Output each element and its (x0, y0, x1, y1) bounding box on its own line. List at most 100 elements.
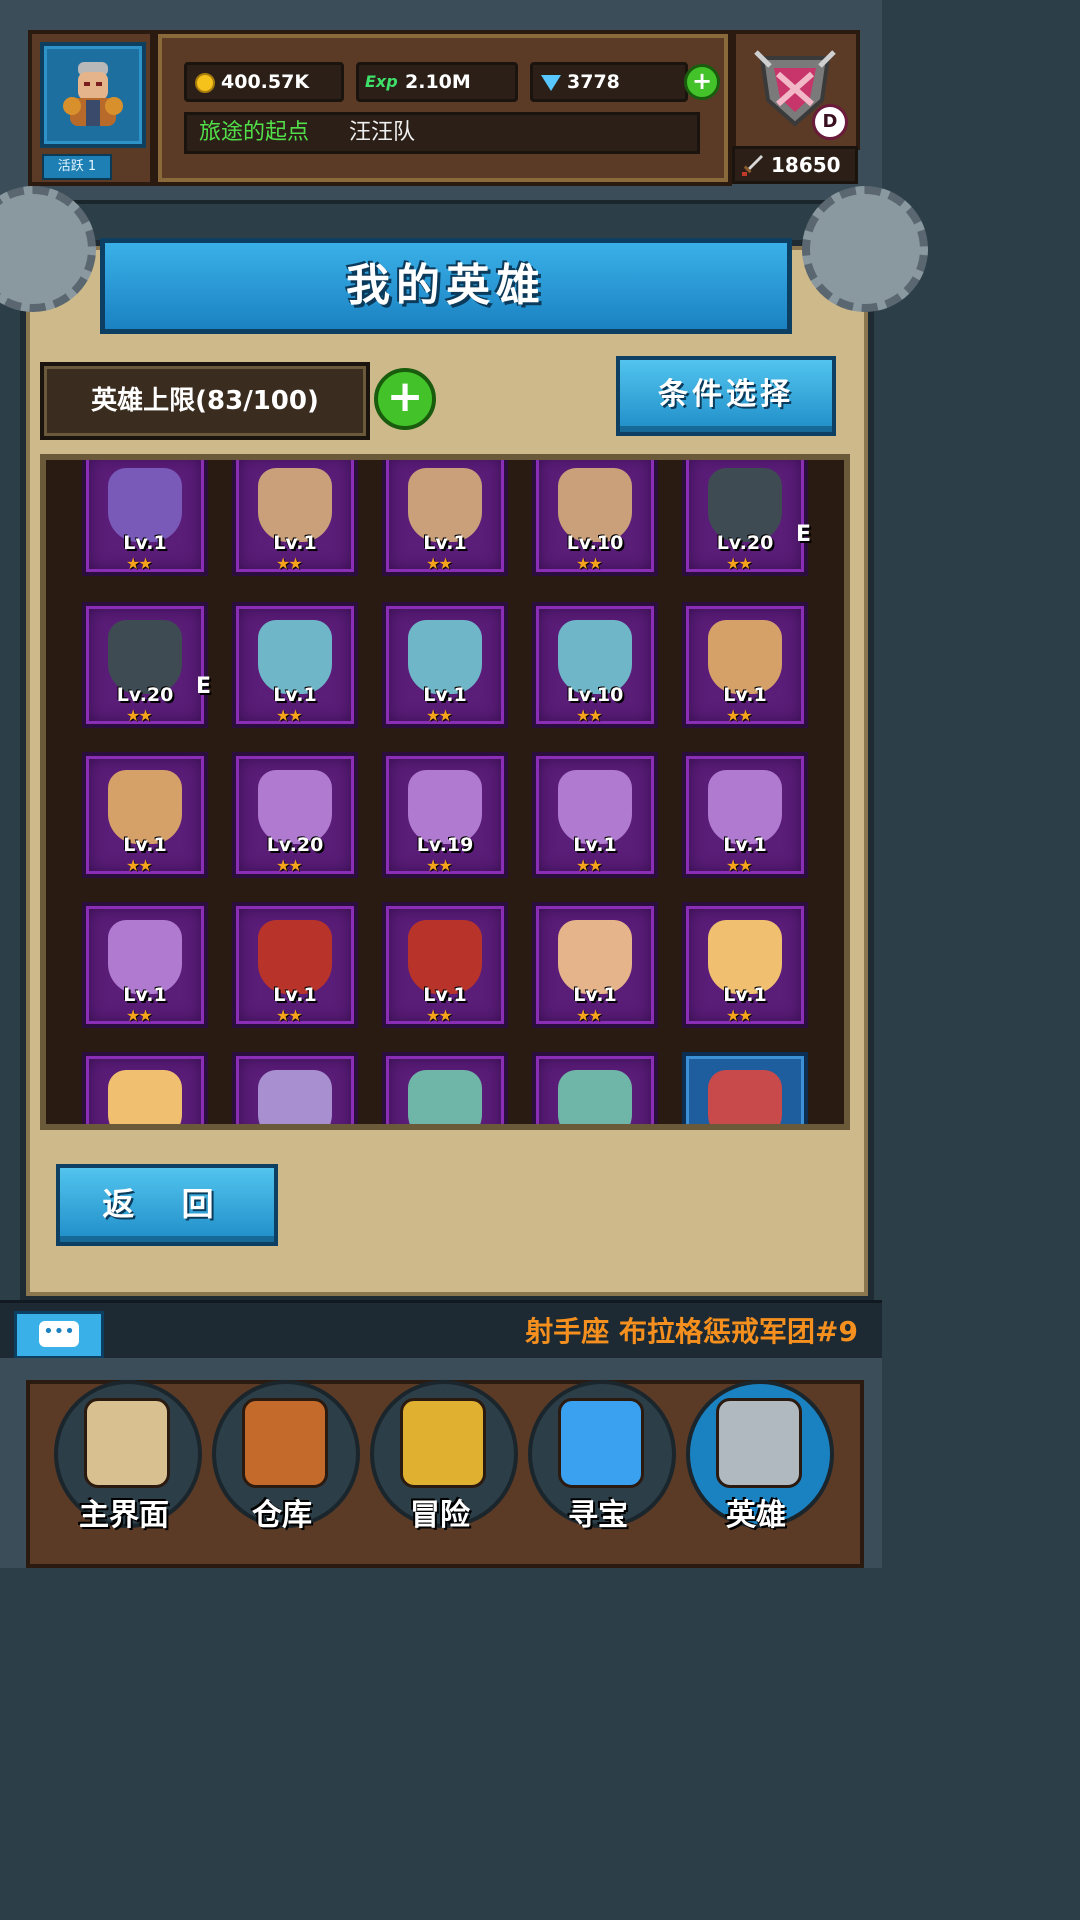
gear-decoration-right (802, 186, 928, 312)
hero-stars: ★★ (576, 856, 603, 875)
hero-level: Lv.1 (573, 834, 617, 856)
nav-item-label: 英雄 (726, 1498, 786, 1533)
hero-card[interactable]: Lv.1 ★★ (82, 460, 208, 576)
hero-card[interactable]: Lv.20 ★★ (232, 752, 358, 878)
hero-stars: ★★ (126, 1006, 153, 1025)
fire-warlord-hero-icon (408, 920, 482, 994)
gem-counter: 3778 (530, 62, 688, 102)
nav-item[interactable]: 仓库 (208, 1370, 360, 1533)
equipped-marker: E (196, 674, 212, 699)
hero-level: Lv.1 (273, 984, 317, 1006)
hero-limit-box: 英雄上限(83/100) (40, 362, 370, 440)
hero-card[interactable]: Lv.19 ★★ (382, 752, 508, 878)
hero-stars: ★★ (726, 1006, 753, 1025)
nav-item[interactable]: 主界面 (50, 1370, 202, 1533)
news-ticker: ••• 射手座 布拉格惩戒军团#9 (0, 1300, 882, 1361)
hero-card[interactable]: Lv.1 ★★ (532, 752, 658, 878)
gold-counter: 400.57K (184, 62, 344, 102)
hero-card[interactable] (82, 1052, 208, 1124)
expand-hero-limit-button[interactable]: + (374, 368, 436, 430)
laurel-fairy-hero-icon (258, 770, 332, 844)
winged-sword-icon (400, 1398, 486, 1488)
brawler-hero-icon (108, 770, 182, 844)
hero-stars: ★★ (276, 706, 303, 725)
goggle-soldier-hero-icon (108, 620, 182, 694)
hero-stars: ★★ (426, 706, 453, 725)
hero-level: Lv.20 (716, 532, 774, 554)
hero-card[interactable]: Lv.1 ★★ (232, 602, 358, 728)
hero-level: Lv.1 (723, 834, 767, 856)
hero-card[interactable]: Lv.1 ★★ (232, 460, 358, 576)
hero-level: Lv.1 (123, 984, 167, 1006)
hero-card[interactable]: Lv.1 ★★ (82, 902, 208, 1028)
nav-item-label: 仓库 (252, 1498, 312, 1533)
sword-icon (742, 155, 763, 176)
player-name-bar: 旅途的起点 汪汪队 (184, 112, 700, 154)
page-title: 我的英雄 (346, 260, 546, 311)
exp-counter: Exp 2.10M (356, 62, 518, 102)
hero-card[interactable] (232, 1052, 358, 1124)
crowned-sorceress-hero-icon (258, 620, 332, 694)
nav-item[interactable]: 英雄 (682, 1370, 834, 1533)
hero-card[interactable]: Lv.1 ★★ (382, 902, 508, 1028)
chat-button[interactable]: ••• (14, 1311, 104, 1359)
hero-card[interactable] (532, 1052, 658, 1124)
nav-item[interactable]: 冒险 (366, 1370, 518, 1533)
hero-card[interactable]: Lv.1 ★★ (382, 460, 508, 576)
hero-card[interactable] (382, 1052, 508, 1124)
hero-stars: ★★ (276, 856, 303, 875)
hero-card[interactable]: Lv.10 ★★ (532, 460, 658, 576)
laurel-fairy-hero-icon (408, 770, 482, 844)
player-info-panel: 400.57K Exp 2.10M 3778 + 旅途的起点 汪汪队 (154, 30, 732, 186)
hero-stars: ★★ (726, 706, 753, 725)
avatar[interactable] (40, 42, 146, 148)
nav-item[interactable]: 寻宝 (524, 1370, 676, 1533)
hero-card[interactable]: Lv.20 ★★ E (682, 460, 811, 576)
hero-card[interactable]: Lv.10 ★★ (532, 602, 658, 728)
hero-card[interactable]: Lv.20 ★★ E (82, 602, 212, 728)
hero-grid[interactable]: Lv.1 ★★ Lv.1 ★★ Lv.1 ★★ Lv.10 ★★ Lv.20 ★★ E Lv.20 ★★… (40, 454, 850, 1130)
laurel-fairy-hero-icon (708, 770, 782, 844)
hero-stars: ★★ (126, 554, 153, 573)
gem-value: 3778 (567, 71, 620, 93)
hero-card[interactable]: Lv.1 ★★ (232, 902, 358, 1028)
hero-level: Lv.1 (423, 984, 467, 1006)
hero-level: Lv.1 (273, 532, 317, 554)
nav-item-label: 冒险 (410, 1498, 470, 1533)
hero-level: Lv.1 (273, 684, 317, 706)
hero-card[interactable]: Lv.1 ★★ (682, 752, 808, 878)
chat-bubble-icon: ••• (39, 1321, 79, 1347)
add-gems-button[interactable]: + (684, 64, 720, 100)
winged-knight-hero-icon (108, 1070, 182, 1124)
guild-emblem-frame[interactable]: D (732, 30, 860, 150)
diamond-icon (541, 75, 561, 91)
back-button[interactable]: 返 回 (56, 1164, 278, 1246)
goggle-soldier-hero-icon (708, 468, 782, 542)
hero-stars: ★★ (576, 554, 603, 573)
hero-card[interactable] (682, 1052, 808, 1124)
hero-stars: ★★ (576, 1006, 603, 1025)
hero-card[interactable]: Lv.1 ★★ (382, 602, 508, 728)
hero-level: Lv.1 (723, 984, 767, 1006)
elder-monk-hero-icon (558, 468, 632, 542)
nav-item-label: 主界面 (79, 1498, 169, 1533)
hero-stars: ★★ (126, 856, 153, 875)
exp-value: 2.10M (405, 71, 471, 93)
hero-card[interactable]: Lv.1 ★★ (82, 752, 208, 878)
filter-button[interactable]: 条件选择 (616, 356, 836, 436)
hero-card[interactable]: Lv.1 ★★ (682, 602, 808, 728)
witch-hat-hero-icon (708, 1070, 782, 1124)
player-avatar-frame[interactable]: 活跃 1 (28, 30, 154, 186)
hero-stars: ★★ (426, 856, 453, 875)
elder-monk-hero-icon (408, 468, 482, 542)
top-status-bar: 活跃 1 400.57K Exp 2.10M 3778 + 旅途的起点 汪汪队 … (0, 0, 882, 204)
hero-card[interactable]: Lv.1 ★★ (532, 902, 658, 1028)
hero-card[interactable]: Lv.1 ★★ (682, 902, 808, 1028)
hero-stars: ★★ (426, 554, 453, 573)
hero-stars: ★★ (126, 706, 153, 725)
ticker-text: 射手座 布拉格惩戒军团#9 (525, 1315, 858, 1348)
hero-level: Lv.1 (123, 834, 167, 856)
scroll-map-icon (84, 1398, 170, 1488)
hero-level: Lv.1 (723, 684, 767, 706)
elder-monk-hero-icon (258, 468, 332, 542)
